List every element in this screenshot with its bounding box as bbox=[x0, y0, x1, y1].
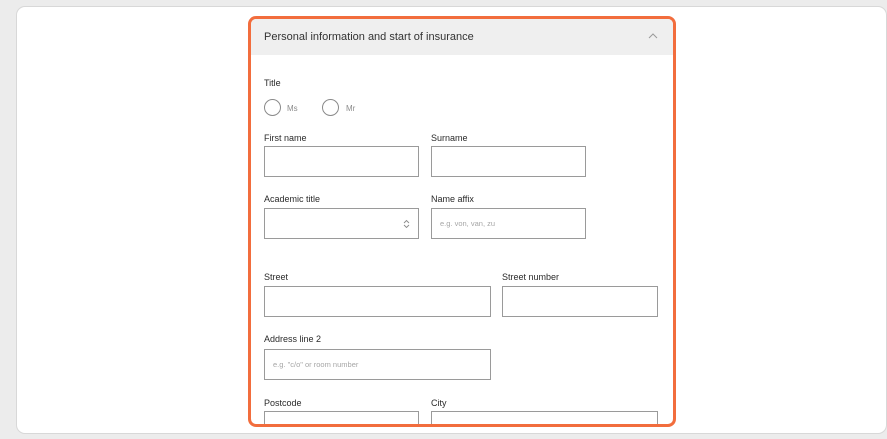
radio-ms-label: Ms bbox=[287, 104, 298, 113]
section-title: Personal information and start of insura… bbox=[264, 31, 474, 43]
surname-input[interactable] bbox=[431, 146, 586, 177]
radio-mr[interactable] bbox=[322, 99, 339, 116]
street-input[interactable] bbox=[264, 286, 491, 317]
city-input[interactable] bbox=[431, 411, 658, 424]
section-header[interactable]: Personal information and start of insura… bbox=[251, 19, 673, 55]
select-arrows-icon bbox=[403, 219, 410, 229]
academic-title-select[interactable] bbox=[264, 208, 419, 239]
surname-label: Surname bbox=[431, 133, 468, 143]
personal-info-section: Personal information and start of insura… bbox=[248, 16, 676, 427]
radio-ms[interactable] bbox=[264, 99, 281, 116]
academic-title-label: Academic title bbox=[264, 194, 321, 204]
postcode-label: Postcode bbox=[264, 398, 302, 408]
name-affix-label: Name affix bbox=[431, 194, 474, 204]
postcode-input[interactable] bbox=[264, 411, 419, 424]
street-label: Street bbox=[264, 272, 289, 282]
chevron-up-icon[interactable] bbox=[647, 30, 659, 42]
address-line-2-label: Address line 2 bbox=[264, 334, 322, 344]
city-label: City bbox=[431, 398, 447, 408]
title-label: Title bbox=[264, 78, 281, 88]
first-name-label: First name bbox=[264, 133, 307, 143]
radio-mr-label: Mr bbox=[346, 104, 356, 113]
street-number-input[interactable] bbox=[502, 286, 658, 317]
first-name-input[interactable] bbox=[264, 146, 419, 177]
name-affix-input[interactable]: e.g. von, van, zu bbox=[431, 208, 586, 239]
address-line-2-input[interactable]: e.g. "c/o" or room number bbox=[264, 349, 491, 380]
address-line-2-placeholder: e.g. "c/o" or room number bbox=[273, 360, 359, 369]
name-affix-placeholder: e.g. von, van, zu bbox=[440, 219, 496, 228]
browser-frame: Personal information and start of insura… bbox=[16, 6, 887, 434]
street-number-label: Street number bbox=[502, 272, 560, 282]
